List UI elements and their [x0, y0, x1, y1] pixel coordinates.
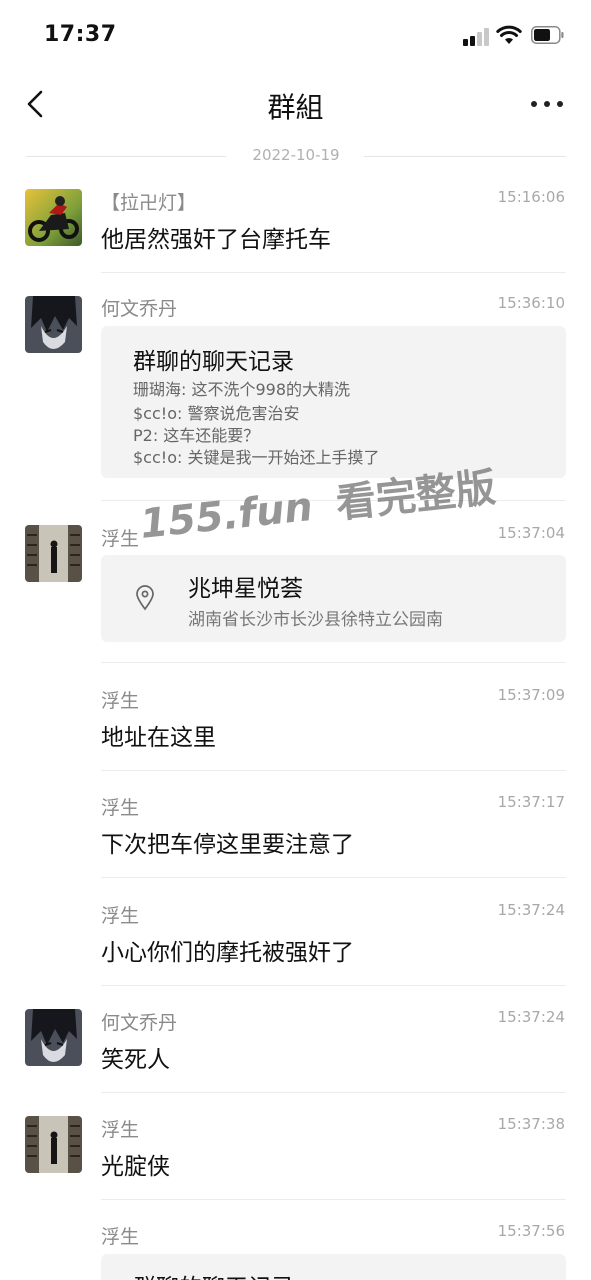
message-separator	[101, 272, 566, 273]
message-time: 15:36:10	[497, 294, 565, 312]
chat-history-card[interactable]: 群聊的聊天记录	[101, 1254, 566, 1280]
battery-icon	[531, 26, 564, 44]
sender-name: 【拉卍灯】	[101, 192, 197, 214]
message-time: 15:37:56	[497, 1222, 565, 1240]
message-item: 何文乔丹 15:37:24 笑死人	[0, 1004, 591, 1094]
chat-history-card[interactable]: 群聊的聊天记录 珊瑚海: 这不洗个998的大精洗 $cc!o: 警察说危害治安 …	[101, 326, 566, 478]
message-separator	[101, 1092, 566, 1093]
nav-bar: 群組	[0, 70, 591, 140]
anime-boy-avatar[interactable]	[25, 1009, 82, 1066]
page-title: 群組	[267, 91, 324, 124]
sender-name: 浮生	[101, 905, 140, 927]
location-card[interactable]: 兆坤星悦荟 湖南省长沙市长沙县徐特立公园南	[101, 555, 566, 642]
location-address: 湖南省长沙市长沙县徐特立公园南	[188, 610, 443, 630]
message-time: 15:37:17	[497, 793, 565, 811]
card-title: 群聊的聊天记录	[133, 1268, 294, 1280]
cellular-signal-icon	[463, 28, 491, 46]
message-time: 15:37:38	[497, 1115, 565, 1133]
message-separator	[101, 500, 566, 501]
card-title: 群聊的聊天记录	[133, 349, 294, 375]
location-pin-icon	[136, 585, 154, 611]
message-text[interactable]: 地址在这里	[101, 718, 216, 752]
date-divider: 2022-10-19	[26, 146, 566, 166]
message-time: 15:37:09	[497, 686, 565, 704]
location-name: 兆坤星悦荟	[188, 576, 303, 602]
message-text[interactable]: 笑死人	[101, 1040, 170, 1074]
card-line: P2: 这车还能要？	[133, 426, 260, 445]
message-item: 浮生 15:37:38 光腚侠	[0, 1111, 591, 1201]
status-time: 17:37	[44, 22, 117, 47]
message-separator	[101, 770, 566, 771]
message-separator	[101, 662, 566, 663]
sender-name: 浮生	[101, 690, 140, 712]
message-item: 何文乔丹 15:36:10 群聊的聊天记录 珊瑚海: 这不洗个998的大精洗 $…	[0, 290, 591, 502]
warehouse-avatar[interactable]	[25, 1116, 82, 1173]
card-line: 珊瑚海: 这不洗个998的大精洗	[133, 380, 351, 399]
sender-name: 何文乔丹	[101, 298, 178, 320]
card-line: $cc!o: 警察说危害治安	[133, 404, 300, 423]
warehouse-avatar[interactable]	[25, 525, 82, 582]
more-options-icon[interactable]	[527, 96, 567, 112]
message-separator	[101, 877, 566, 878]
motorcycle-avatar[interactable]	[25, 189, 82, 246]
message-item: 浮生 15:37:04 兆坤星悦荟 湖南省长沙市长沙县徐特立公园南	[0, 520, 591, 664]
wifi-icon	[496, 25, 522, 44]
message-text[interactable]: 小心你们的摩托被强奸了	[101, 933, 354, 967]
message-text[interactable]: 他居然强奸了台摩托车	[101, 220, 331, 254]
message-item: 浮生 15:37:09 地址在这里	[0, 682, 591, 772]
message-text[interactable]: 光腚侠	[101, 1147, 170, 1181]
message-time: 15:37:24	[497, 1008, 565, 1026]
anime-boy-avatar[interactable]	[25, 296, 82, 353]
sender-name: 浮生	[101, 528, 140, 550]
date-label: 2022-10-19	[252, 146, 340, 164]
message-item: 浮生 15:37:56 群聊的聊天记录	[0, 1218, 591, 1280]
message-item: 浮生 15:37:17 下次把车停这里要注意了	[0, 789, 591, 879]
message-separator	[101, 985, 566, 986]
sender-name: 浮生	[101, 1119, 140, 1141]
status-bar: 17:37	[0, 0, 591, 70]
card-line: $cc!o: 关键是我一开始还上手摸了	[133, 448, 380, 467]
message-time: 15:16:06	[497, 188, 565, 206]
message-item: 【拉卍灯】 15:16:06 他居然强奸了台摩托车	[0, 182, 591, 274]
sender-name: 何文乔丹	[101, 1012, 178, 1034]
message-time: 15:37:24	[497, 901, 565, 919]
message-time: 15:37:04	[497, 524, 565, 542]
sender-name: 浮生	[101, 1226, 140, 1248]
message-item: 浮生 15:37:24 小心你们的摩托被强奸了	[0, 897, 591, 987]
message-separator	[101, 1199, 566, 1200]
message-text[interactable]: 下次把车停这里要注意了	[101, 825, 354, 859]
sender-name: 浮生	[101, 797, 140, 819]
divider-line	[364, 156, 566, 157]
